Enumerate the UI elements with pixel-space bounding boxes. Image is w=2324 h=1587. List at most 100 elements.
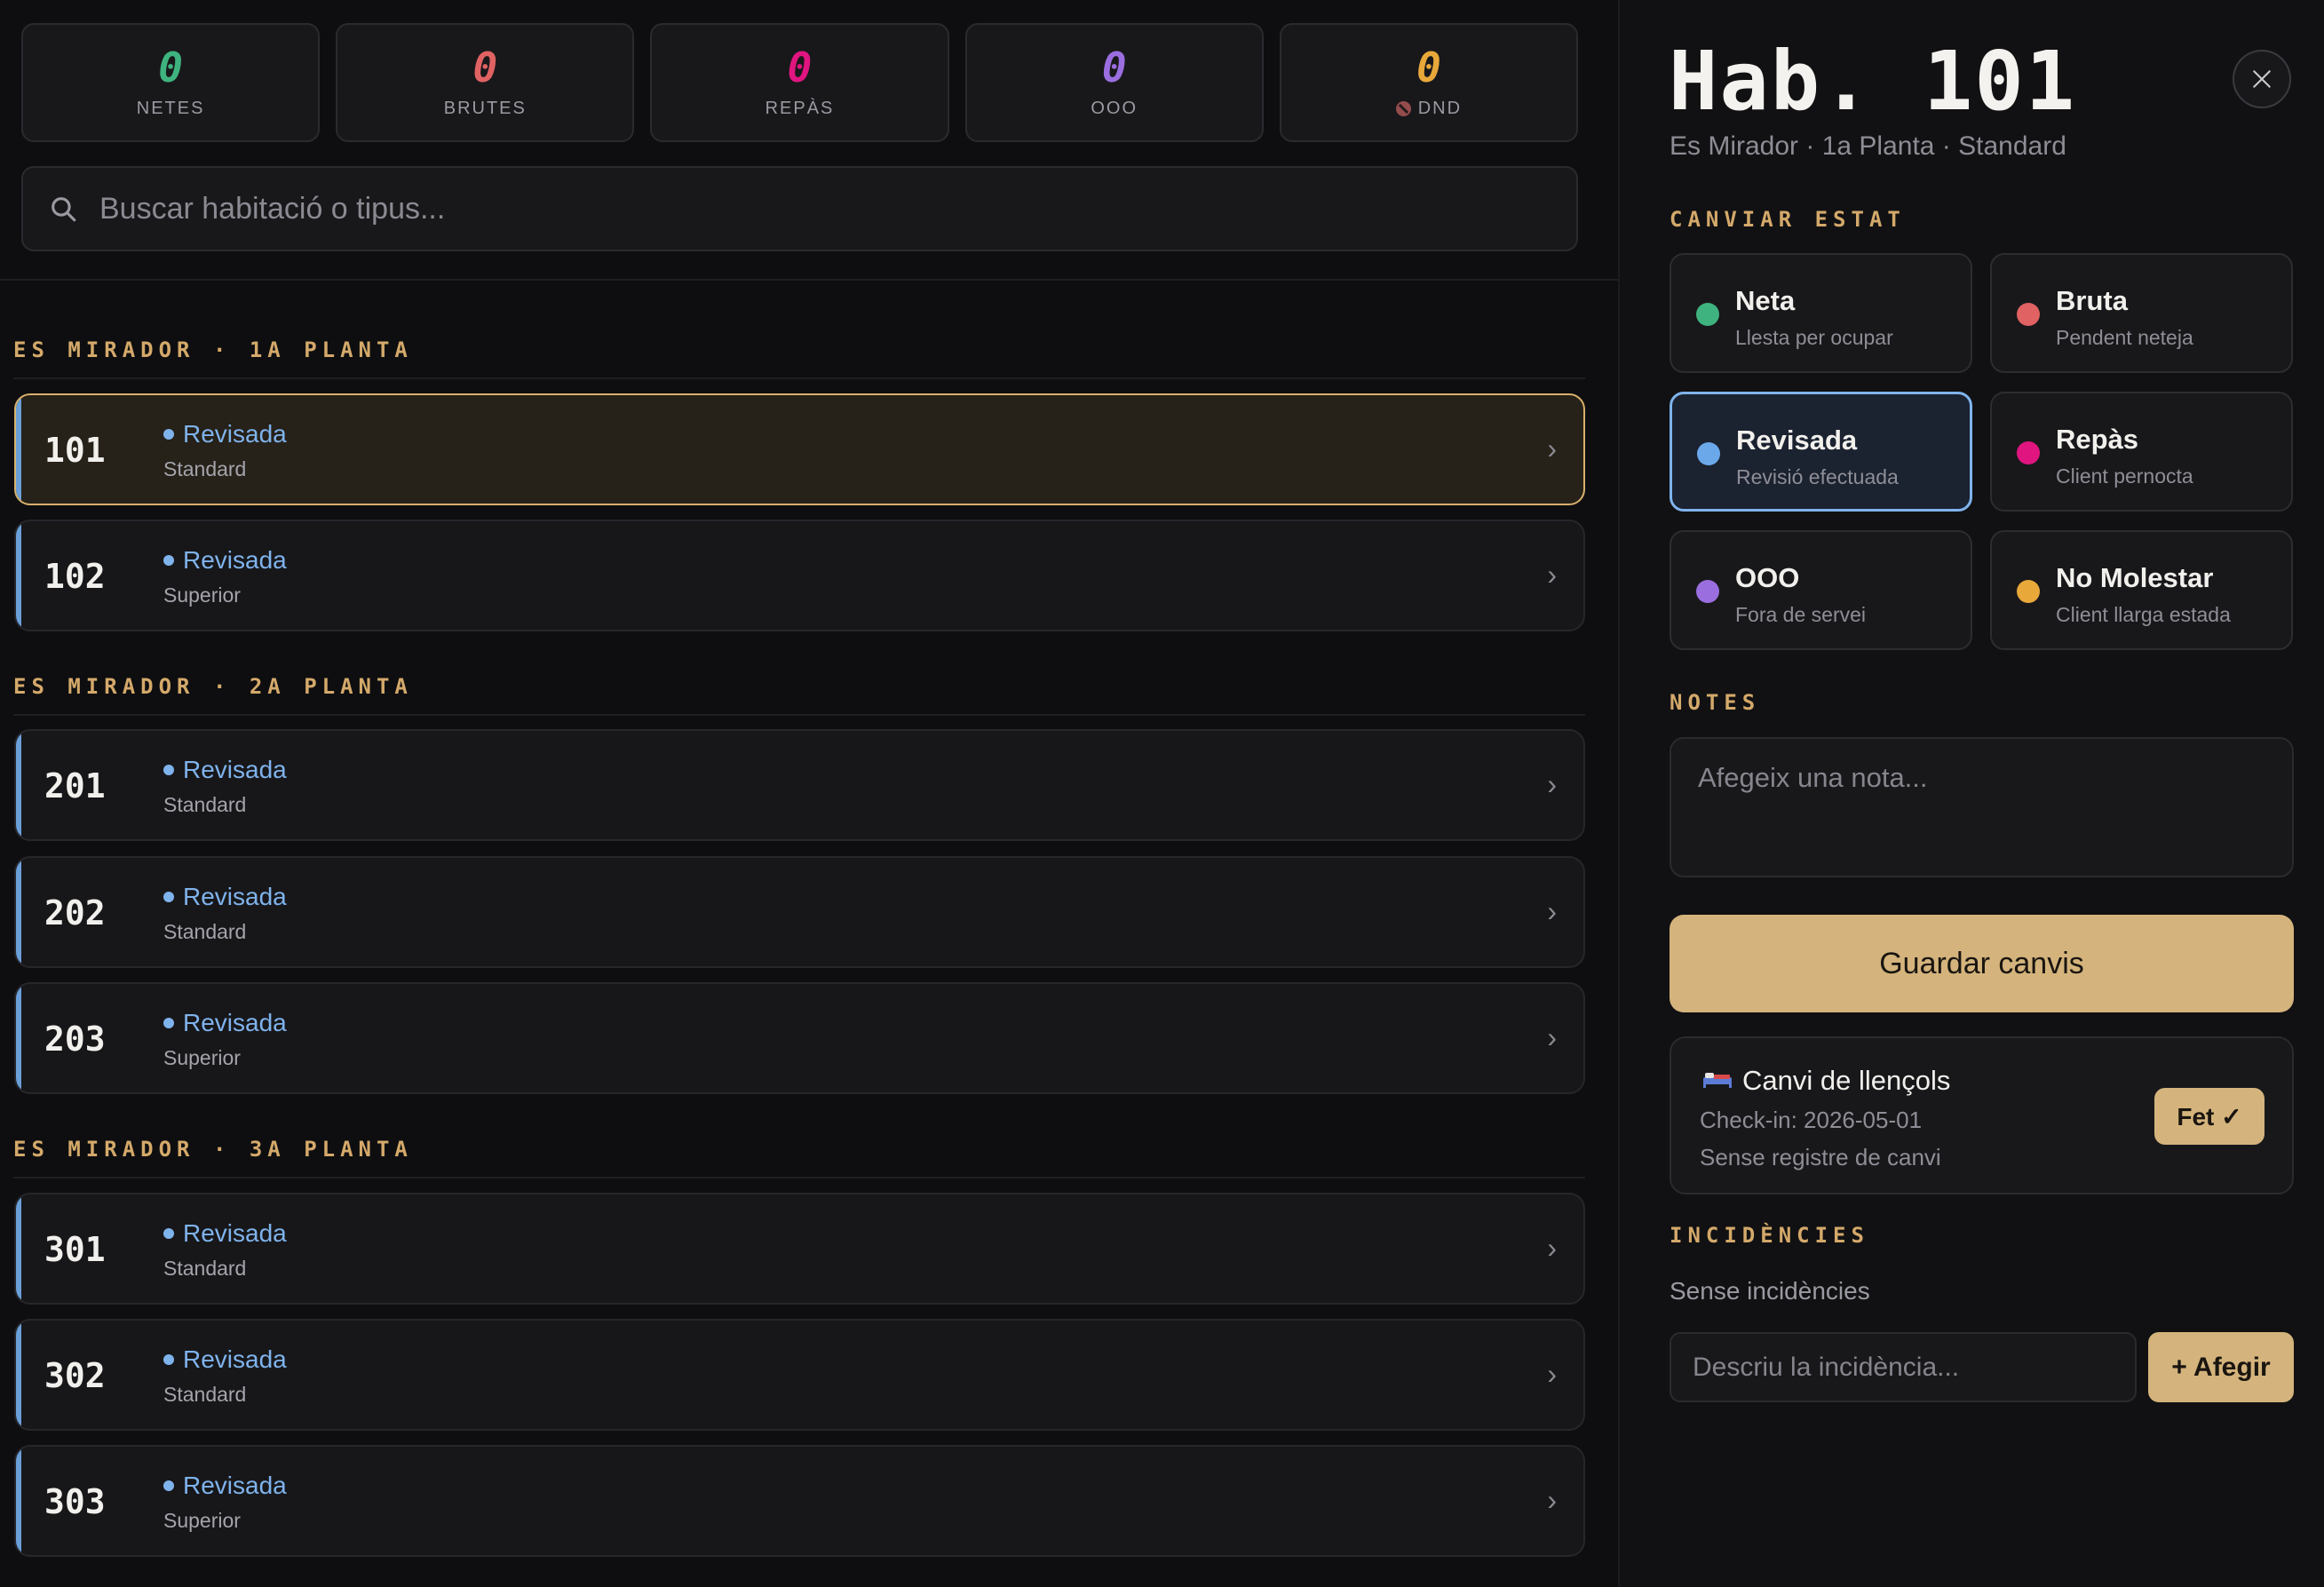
room-detail-title: Hab. 101 (1669, 34, 2077, 129)
bed-icon (1703, 1073, 1732, 1088)
state-desc: Revisió efectuada (1736, 465, 1899, 488)
room-type: Standard (163, 793, 247, 816)
search-box[interactable] (21, 166, 1578, 251)
stat-dirty[interactable]: 0 BRUTES (336, 23, 635, 142)
state-desc: Client llarga estada (2056, 603, 2231, 626)
floor-heading-2: ES MIRADOR · 2A PLANTA (13, 674, 413, 699)
state-name: Revisada (1736, 425, 1858, 456)
status-dot-icon (163, 765, 174, 775)
notes-field[interactable] (1670, 737, 2294, 877)
status-dot-icon (163, 892, 174, 902)
status-color-bar (16, 521, 21, 630)
room-card-303[interactable]: 303 Revisada Superior › (14, 1445, 1585, 1557)
divider (0, 279, 1618, 281)
chevron-right-icon: › (1547, 1021, 1557, 1053)
room-card-202[interactable]: 202 Revisada Standard › (14, 856, 1585, 968)
room-status-label: Revisada (183, 1009, 287, 1036)
floor-heading-1: ES MIRADOR · 1A PLANTA (13, 337, 413, 362)
room-status-label: Revisada (183, 1219, 287, 1247)
room-status-label: Revisada (183, 420, 287, 448)
linen-record-note: Sense registre de canvi (1700, 1144, 1941, 1170)
room-status-label: Revisada (183, 883, 287, 910)
state-option-ooo[interactable]: OOO Fora de servei (1670, 530, 1972, 650)
chevron-right-icon: › (1547, 768, 1557, 800)
room-type: Superior (163, 583, 241, 607)
floor-heading-3: ES MIRADOR · 3A PLANTA (13, 1137, 413, 1162)
room-card-101[interactable]: 101 Revisada Standard › (14, 393, 1585, 505)
room-detail-subtitle: Es Mirador · 1a Planta · Standard (1670, 131, 2066, 161)
room-card-201[interactable]: 201 Revisada Standard › (14, 729, 1585, 841)
room-number: 301 (44, 1230, 106, 1269)
room-status: Revisada (163, 1009, 287, 1037)
rooms-panel: 0 NETES 0 BRUTES 0 REPÀS 0 OOO 0 DND Bus… (0, 0, 1618, 1587)
close-button[interactable] (2233, 50, 2291, 108)
room-status: Revisada (163, 1219, 287, 1248)
state-dot-icon (2017, 580, 2040, 603)
incidents-label: INCIDÈNCIES (1670, 1223, 1869, 1248)
status-dot-icon (163, 1228, 174, 1239)
room-type: Standard (163, 1383, 247, 1406)
room-card-102[interactable]: 102 Revisada Superior › (14, 520, 1585, 631)
save-button[interactable]: Guardar canvis (1670, 915, 2294, 1012)
room-status: Revisada (163, 546, 287, 575)
state-option-inspected[interactable]: Revisada Revisió efectuada (1670, 392, 1972, 512)
room-number: 202 (44, 893, 106, 932)
stat-touchup[interactable]: 0 REPÀS (650, 23, 949, 142)
linen-change-card: Canvi de llençols Check-in: 2026-05-01 S… (1670, 1036, 2294, 1194)
state-name: OOO (1735, 562, 1800, 593)
stat-dnd-count: 0 (1416, 43, 1441, 91)
chevron-right-icon: › (1547, 432, 1557, 464)
chevron-right-icon: › (1547, 1484, 1557, 1516)
stat-touchup-label: REPÀS (765, 98, 835, 118)
state-dot-icon (1696, 580, 1719, 603)
state-dot-icon (2017, 303, 2040, 326)
incident-input[interactable] (1670, 1332, 2137, 1402)
stat-dnd-label: DND (1417, 98, 1463, 118)
status-color-bar (16, 984, 21, 1092)
state-dot-icon (1697, 442, 1720, 465)
state-desc: Fora de servei (1735, 603, 1867, 626)
notes-label: NOTES (1670, 690, 1761, 715)
stat-dirty-label: BRUTES (443, 98, 527, 118)
status-color-bar (16, 1321, 21, 1429)
no-incidents-text: Sense incidències (1670, 1277, 1870, 1305)
room-card-301[interactable]: 301 Revisada Standard › (14, 1193, 1585, 1305)
add-incident-button[interactable]: + Afegir (2148, 1332, 2294, 1402)
search-input[interactable] (99, 191, 1520, 226)
chevron-right-icon: › (1547, 559, 1557, 591)
close-icon (2253, 70, 2271, 88)
room-card-203[interactable]: 203 Revisada Superior › (14, 982, 1585, 1094)
room-status-label: Revisada (183, 756, 287, 783)
linen-done-button[interactable]: Fet ✓ (2154, 1088, 2265, 1145)
change-state-label: CANVIAR ESTAT (1670, 207, 1906, 232)
status-dot-icon (163, 1018, 174, 1028)
room-number: 102 (44, 557, 106, 596)
chevron-right-icon: › (1547, 1358, 1557, 1390)
state-option-clean[interactable]: Neta Llesta per ocupar (1670, 253, 1972, 373)
room-number: 201 (44, 766, 106, 805)
status-color-bar (16, 1447, 21, 1555)
state-name: No Molestar (2056, 562, 2214, 593)
room-card-302[interactable]: 302 Revisada Standard › (14, 1319, 1585, 1431)
stat-dnd[interactable]: 0 DND (1279, 23, 1579, 142)
state-option-dnd[interactable]: No Molestar Client llarga estada (1990, 530, 2293, 650)
stat-ooo[interactable]: 0 OOO (964, 23, 1264, 142)
status-color-bar (16, 395, 21, 504)
status-dot-icon (163, 1480, 174, 1491)
status-dot-icon (163, 555, 174, 566)
divider (13, 714, 1585, 716)
room-type: Standard (163, 920, 247, 943)
state-name: Bruta (2056, 285, 2128, 316)
stat-dirty-count: 0 (472, 43, 498, 91)
no-entry-icon (1395, 100, 1411, 116)
stat-ooo-label: OOO (1091, 98, 1138, 118)
status-color-bar (16, 731, 21, 839)
status-color-bar (16, 858, 21, 966)
room-number: 303 (44, 1482, 106, 1521)
state-desc: Pendent neteja (2056, 326, 2193, 349)
stat-clean[interactable]: 0 NETES (21, 23, 321, 142)
state-option-touchup[interactable]: Repàs Client pernocta (1990, 392, 2293, 512)
state-option-dirty[interactable]: Bruta Pendent neteja (1990, 253, 2293, 373)
room-detail-panel: Hab. 101 Es Mirador · 1a Planta · Standa… (1618, 0, 2324, 1587)
room-number: 302 (44, 1356, 106, 1395)
